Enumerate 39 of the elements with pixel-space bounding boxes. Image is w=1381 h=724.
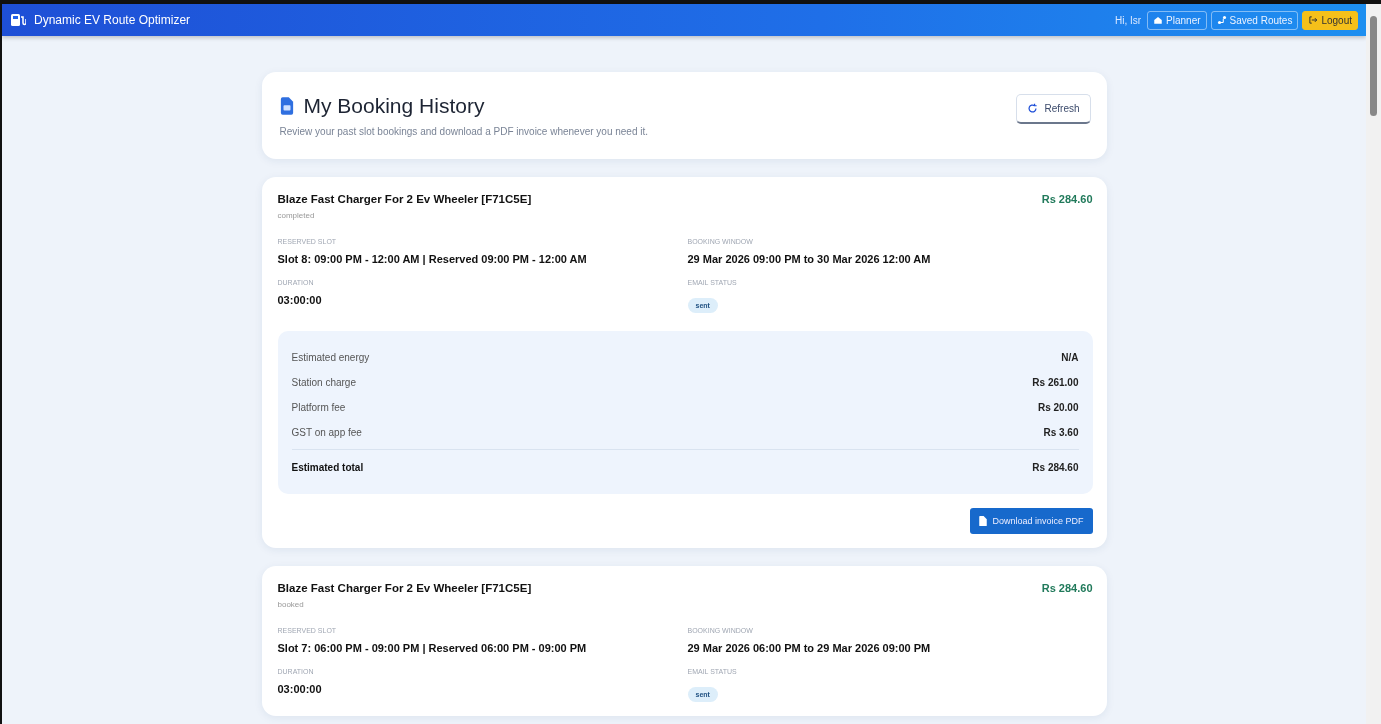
charge-value: N/A (1061, 352, 1079, 363)
field-value: 29 Mar 2026 09:00 PM to 30 Mar 2026 12:00 AM (687, 253, 932, 265)
station-name: Blaze Fast Charger For 2 Ev Wheeler [F71C5E] (277, 582, 532, 594)
logout-button[interactable]: Logout (1302, 10, 1358, 30)
app-title: Dynamic EV Route Optimizer (34, 13, 191, 27)
field-value: 29 Mar 2026 06:00 PM to 29 Mar 2026 09:00 PM (687, 642, 932, 654)
field-value: Slot 8: 09:00 PM - 12:00 AM | Reserved 09:00 PM - 12:00 AM (277, 253, 588, 265)
field-value: 03:00:00 (277, 683, 323, 695)
app-logo-icon (10, 12, 26, 28)
station-name: Blaze Fast Charger For 2 Ev Wheeler [F71C5E] (277, 193, 532, 205)
scrollbar[interactable] (1366, 4, 1381, 724)
exit-icon (1308, 15, 1319, 25)
booking-status: booked (277, 600, 305, 609)
charge-value: Rs 20.00 (1037, 402, 1079, 413)
page-subtitle: Review your past slot bookings and download a PDF invoice whenever you need it. (279, 126, 649, 137)
nav-link[interactable]: Saved Routes (1210, 10, 1299, 30)
field-value: 03:00:00 (277, 294, 323, 306)
field-value: Slot 7: 06:00 PM - 09:00 PM | Reserved 06:00 PM - 09:00 PM (277, 642, 588, 654)
total-label: Estimated total (291, 462, 364, 473)
refresh-icon (1027, 103, 1039, 114)
total-value: Rs 284.60 (1032, 462, 1079, 473)
charge-value: Rs 3.60 (1043, 427, 1079, 438)
booking-status: completed (277, 211, 316, 220)
download-button[interactable]: Download invoice PDF (970, 508, 1093, 534)
greeting-text: Hi, Isr (1115, 14, 1142, 26)
file-icon (979, 516, 988, 526)
booking-amount: Rs 284.60 (1041, 193, 1093, 207)
charge-label: Platform fee (291, 402, 346, 413)
charge-value: Rs 261.00 (1032, 377, 1079, 388)
nav-link[interactable]: Planner (1147, 10, 1207, 30)
charge-label: Estimated energy (291, 352, 370, 363)
booking-amount: Rs 284.60 (1041, 582, 1093, 596)
refresh-button[interactable]: Refresh (1016, 94, 1091, 124)
charge-label: GST on app fee (291, 427, 362, 438)
house-icon (1153, 15, 1164, 25)
page-title: My Booking History (303, 94, 485, 118)
document-icon (279, 97, 294, 115)
charge-label: Station charge (291, 377, 356, 388)
route-icon (1216, 15, 1227, 25)
